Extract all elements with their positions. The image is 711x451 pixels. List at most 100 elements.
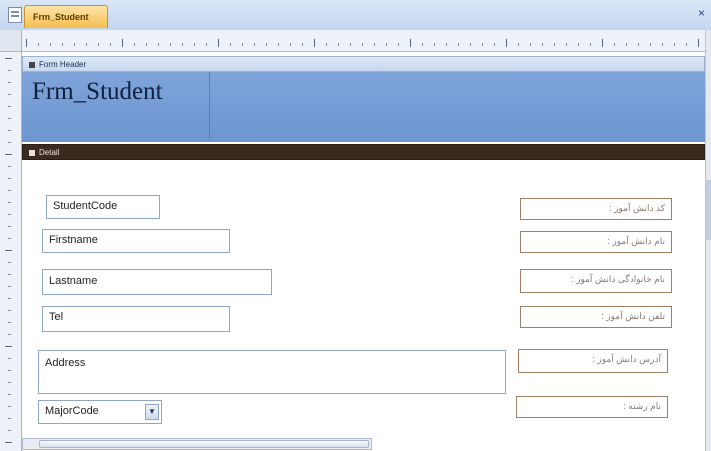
ruler-tick (494, 43, 495, 46)
vertical-scrollbar[interactable] (705, 30, 711, 451)
ruler-tick (530, 43, 531, 46)
ruler-tick (314, 39, 315, 47)
ruler-tick (206, 43, 207, 46)
ruler-tick (98, 43, 99, 46)
ruler-tick (542, 43, 543, 46)
ruler-tick (38, 43, 39, 46)
ruler-tick (566, 43, 567, 46)
ruler-tick (8, 214, 11, 215)
ruler-tick (326, 43, 327, 46)
ruler-tick (398, 43, 399, 46)
ruler-tick (362, 43, 363, 46)
ruler-tick (626, 43, 627, 46)
chevron-down-icon[interactable]: ▼ (145, 404, 159, 420)
ruler-tick (590, 43, 591, 46)
ruler-tick (62, 43, 63, 46)
ruler-tick (254, 43, 255, 46)
ruler-tick (8, 142, 11, 143)
section-marker-icon (29, 61, 35, 68)
ruler-tick (230, 43, 231, 46)
ruler-tick (446, 43, 447, 46)
ruler-tick (146, 43, 147, 46)
ruler-tick (50, 43, 51, 46)
form-design-canvas: Form Header Frm_Student Detail StudentCo… (22, 52, 705, 451)
address-label: آدرس دانش آموز : (518, 349, 668, 373)
ruler-tick (638, 43, 639, 46)
major-code-combobox[interactable]: MajorCode ▼ (38, 400, 162, 424)
student-code-field[interactable]: StudentCode (46, 195, 160, 219)
ruler-tick (434, 43, 435, 46)
tab-frm-student[interactable]: Frm_Student (24, 5, 108, 28)
ruler-tick (578, 43, 579, 46)
tel-field[interactable]: Tel (42, 306, 230, 332)
ruler-tick (8, 166, 11, 167)
ruler-tick (242, 43, 243, 46)
ruler-tick (8, 322, 11, 323)
ruler-tick (278, 43, 279, 46)
ruler-tick (290, 43, 291, 46)
ruler-tick (170, 43, 171, 46)
major-code-value: MajorCode (45, 405, 99, 417)
ruler-tick (5, 154, 12, 155)
ruler-tick (8, 82, 11, 83)
ruler-tick (122, 39, 123, 47)
firstname-field[interactable]: Firstname (42, 229, 230, 253)
ruler-tick (554, 43, 555, 46)
ruler-tick (110, 43, 111, 46)
ruler-tick (602, 39, 603, 47)
detail-section-bar[interactable]: Detail (22, 144, 705, 160)
form-selector[interactable] (0, 30, 22, 52)
ruler-tick (194, 43, 195, 46)
horizontal-scrollbar[interactable] (22, 438, 372, 450)
ruler-tick (410, 39, 411, 47)
ruler-tick (8, 310, 11, 311)
horizontal-scroll-thumb[interactable] (39, 440, 369, 448)
lastname-label: نام خانوادگی دانش آموز : (520, 269, 672, 293)
ruler-tick (506, 39, 507, 47)
form-title-label[interactable]: Frm_Student (26, 72, 210, 138)
ruler-tick (8, 118, 11, 119)
ruler-tick (8, 190, 11, 191)
vertical-scroll-thumb[interactable] (706, 180, 711, 240)
ruler-tick (74, 43, 75, 46)
form-header-section-bar[interactable]: Form Header (22, 56, 705, 72)
ruler-tick (338, 43, 339, 46)
ruler-tick (266, 43, 267, 46)
ruler-tick (482, 43, 483, 46)
ruler-tick (8, 334, 11, 335)
form-title-text: Frm_Student (32, 78, 163, 105)
ruler-tick (8, 70, 11, 71)
form-header-label: Form Header (39, 60, 87, 69)
ruler-tick (8, 286, 11, 287)
detail-label: Detail (39, 148, 60, 157)
form-document-icon (8, 7, 22, 23)
vertical-ruler (0, 52, 22, 451)
address-field[interactable]: Address (38, 350, 506, 394)
ruler-tick (8, 418, 11, 419)
ruler-tick (8, 130, 11, 131)
ruler-tick (8, 430, 11, 431)
ruler-tick (8, 298, 11, 299)
ruler-tick (182, 43, 183, 46)
ruler-tick (386, 43, 387, 46)
ruler-tick (8, 226, 11, 227)
ruler-tick (8, 94, 11, 95)
ruler-tick (8, 238, 11, 239)
ruler-tick (218, 39, 219, 47)
ruler-tick (686, 43, 687, 46)
ruler-tick (5, 442, 12, 443)
horizontal-ruler (22, 30, 705, 52)
ruler-tick (134, 43, 135, 46)
ruler-tick (5, 346, 12, 347)
ruler-tick (674, 43, 675, 46)
ruler-tick (650, 43, 651, 46)
close-icon[interactable]: × (698, 6, 705, 20)
ruler-tick (8, 274, 11, 275)
tel-label: تلفن دانش آموز : (520, 306, 672, 328)
major-code-label: نام رشته : (516, 396, 668, 418)
ruler-tick (374, 43, 375, 46)
ruler-tick (614, 43, 615, 46)
ruler-tick (26, 39, 27, 47)
ruler-tick (350, 43, 351, 46)
lastname-field[interactable]: Lastname (42, 269, 272, 295)
